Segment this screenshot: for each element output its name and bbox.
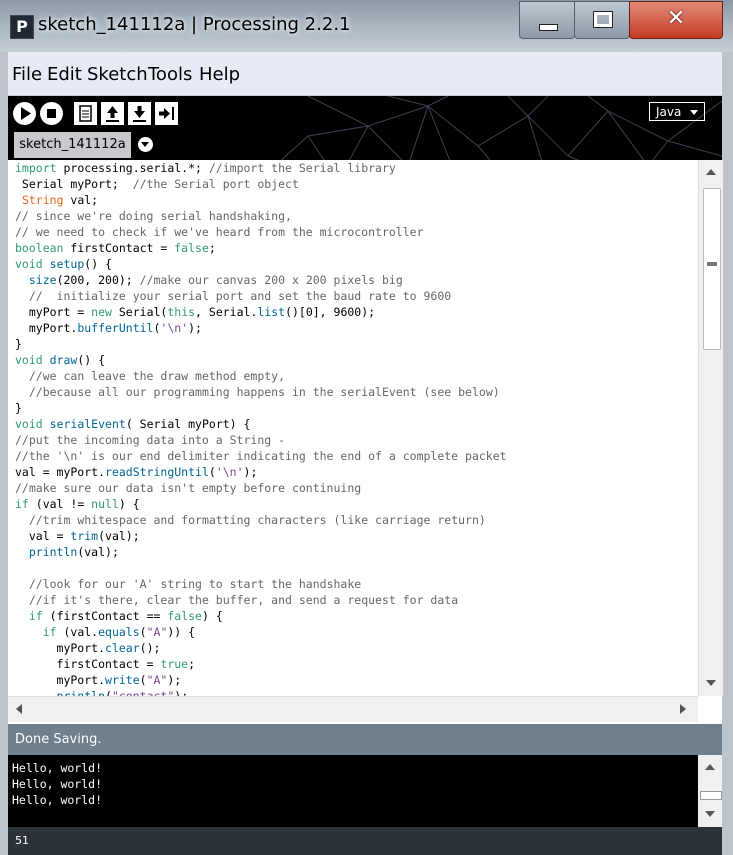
console-scroll-down-icon[interactable] xyxy=(705,811,715,817)
export-button[interactable] xyxy=(155,102,178,125)
menu-bar: File Edit Sketch Tools Help xyxy=(8,52,722,96)
menu-edit[interactable]: Edit xyxy=(47,64,82,85)
upload-arrow-icon xyxy=(106,106,119,122)
editor-vertical-scrollbar[interactable] xyxy=(698,160,723,696)
scrollbar-thumb[interactable] xyxy=(703,188,721,350)
console-text: Hello, world! Hello, world! Hello, world! xyxy=(8,755,698,808)
menu-tools[interactable]: Tools xyxy=(148,64,192,85)
code-line[interactable]: println(val); xyxy=(15,544,698,560)
console-scroll-up-icon[interactable] xyxy=(705,764,715,770)
code-line[interactable] xyxy=(15,560,698,576)
code-line[interactable]: //make sure our data isn't empty before … xyxy=(15,480,698,496)
menu-file[interactable]: File xyxy=(12,64,42,85)
code-line[interactable]: myPort.clear(); xyxy=(15,640,698,656)
console-scrollbar-thumb[interactable] xyxy=(700,791,722,800)
menu-sketch[interactable]: Sketch xyxy=(87,64,148,85)
code-line[interactable]: //because all our programming happens in… xyxy=(15,384,698,400)
code-line[interactable]: myPort.bufferUntil('\n'); xyxy=(15,320,698,336)
play-icon xyxy=(21,107,31,120)
code-line[interactable]: if (val != null) { xyxy=(15,496,698,512)
code-line[interactable]: if (firstContact == false) { xyxy=(15,608,698,624)
code-line[interactable]: // since we're doing serial handshaking, xyxy=(15,208,698,224)
maximize-button[interactable] xyxy=(574,1,630,39)
code-line[interactable]: println("contact"); xyxy=(15,688,698,696)
code-line[interactable]: } xyxy=(15,400,698,416)
code-line[interactable]: //trim whitespace and formatting charact… xyxy=(15,512,698,528)
code-line[interactable]: size(200, 200); //make our canvas 200 x … xyxy=(15,272,698,288)
code-line[interactable]: //look for our 'A' string to start the h… xyxy=(15,576,698,592)
code-line[interactable]: firstContact = true; xyxy=(15,656,698,672)
minimize-button[interactable] xyxy=(519,1,575,39)
new-button[interactable] xyxy=(74,102,97,125)
code-line[interactable]: //if it's there, clear the buffer, and s… xyxy=(15,592,698,608)
stop-button[interactable] xyxy=(40,102,63,125)
code-line[interactable]: myPort.write("A"); xyxy=(15,672,698,688)
tab-menu-button[interactable] xyxy=(138,137,153,152)
processing-window: File Edit Sketch Tools Help Java sketch_… xyxy=(8,52,723,855)
processing-app-icon: P xyxy=(10,15,34,39)
title-bar[interactable]: P sketch_141112a | Processing 2.2.1 ✕ xyxy=(0,0,733,52)
code-line[interactable]: myPort = new Serial(this, Serial.list()[… xyxy=(15,304,698,320)
code-line[interactable]: boolean firstContact = false; xyxy=(15,240,698,256)
console-scrollbar[interactable] xyxy=(698,755,722,827)
code-text[interactable]: import processing.serial.*; //import the… xyxy=(8,160,698,696)
code-line[interactable]: // we need to check if we've heard from … xyxy=(15,224,698,240)
code-line[interactable]: val = myPort.readStringUntil('\n'); xyxy=(15,464,698,480)
window-title: sketch_141112a | Processing 2.2.1 xyxy=(38,14,351,35)
code-line[interactable]: if (val.equals("A")) { xyxy=(15,624,698,640)
code-line[interactable]: String val; xyxy=(15,192,698,208)
status-bar: Done Saving. xyxy=(8,724,722,755)
open-button[interactable] xyxy=(101,102,124,125)
stop-icon xyxy=(47,109,56,118)
console-line: Hello, world! xyxy=(12,777,103,791)
tab-sketch[interactable]: sketch_141112a xyxy=(14,132,131,158)
code-line[interactable]: //the '\n' is our end delimiter indicati… xyxy=(15,448,698,464)
console-output[interactable]: Hello, world! Hello, world! Hello, world! xyxy=(8,755,698,827)
line-number: 51 xyxy=(15,834,29,847)
code-line[interactable]: void draw() { xyxy=(15,352,698,368)
code-line[interactable]: void serialEvent( Serial myPort) { xyxy=(15,416,698,432)
chevron-down-icon xyxy=(690,110,698,115)
close-button[interactable]: ✕ xyxy=(629,1,723,39)
menu-help[interactable]: Help xyxy=(199,64,240,85)
code-line[interactable]: val = trim(val); xyxy=(15,528,698,544)
mode-selector[interactable]: Java xyxy=(649,102,705,121)
scroll-right-arrow-icon[interactable] xyxy=(680,704,686,714)
close-icon: ✕ xyxy=(666,6,686,31)
code-editor[interactable]: import processing.serial.*; //import the… xyxy=(8,160,698,696)
console-line: Hello, world! xyxy=(12,761,103,775)
mode-label: Java xyxy=(656,105,682,119)
code-line[interactable]: // initialize your serial port and set t… xyxy=(15,288,698,304)
export-arrow-icon xyxy=(159,107,174,120)
console-line: Hello, world! xyxy=(12,793,103,807)
run-button[interactable] xyxy=(13,102,36,125)
line-number-bar: 51 xyxy=(8,827,722,855)
new-file-icon xyxy=(79,105,92,122)
save-button[interactable] xyxy=(128,102,151,125)
editor-horizontal-scrollbar[interactable] xyxy=(8,696,698,722)
scroll-up-arrow-icon[interactable] xyxy=(706,169,716,175)
scroll-down-arrow-icon[interactable] xyxy=(706,680,716,686)
download-arrow-icon xyxy=(133,106,146,122)
scroll-left-arrow-icon[interactable] xyxy=(16,704,22,714)
status-message: Done Saving. xyxy=(15,732,102,747)
code-line[interactable]: import processing.serial.*; //import the… xyxy=(15,160,698,176)
code-line[interactable]: Serial myPort; //the Serial port object xyxy=(15,176,698,192)
code-line[interactable]: //we can leave the draw method empty, xyxy=(15,368,698,384)
code-line[interactable]: void setup() { xyxy=(15,256,698,272)
code-line[interactable]: } xyxy=(15,336,698,352)
code-line[interactable]: //put the incoming data into a String - xyxy=(15,432,698,448)
